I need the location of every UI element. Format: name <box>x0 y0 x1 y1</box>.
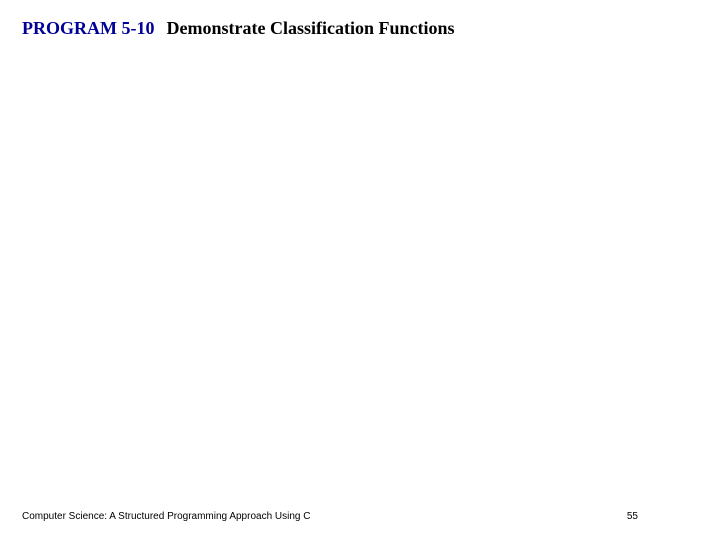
program-label: PROGRAM 5-10 <box>22 18 154 38</box>
slide-header: PROGRAM 5-10 Demonstrate Classification … <box>22 18 454 39</box>
footer-book-title: Computer Science: A Structured Programmi… <box>22 511 310 522</box>
program-title: Demonstrate Classification Functions <box>166 18 454 38</box>
footer-page-number: 55 <box>627 511 638 522</box>
